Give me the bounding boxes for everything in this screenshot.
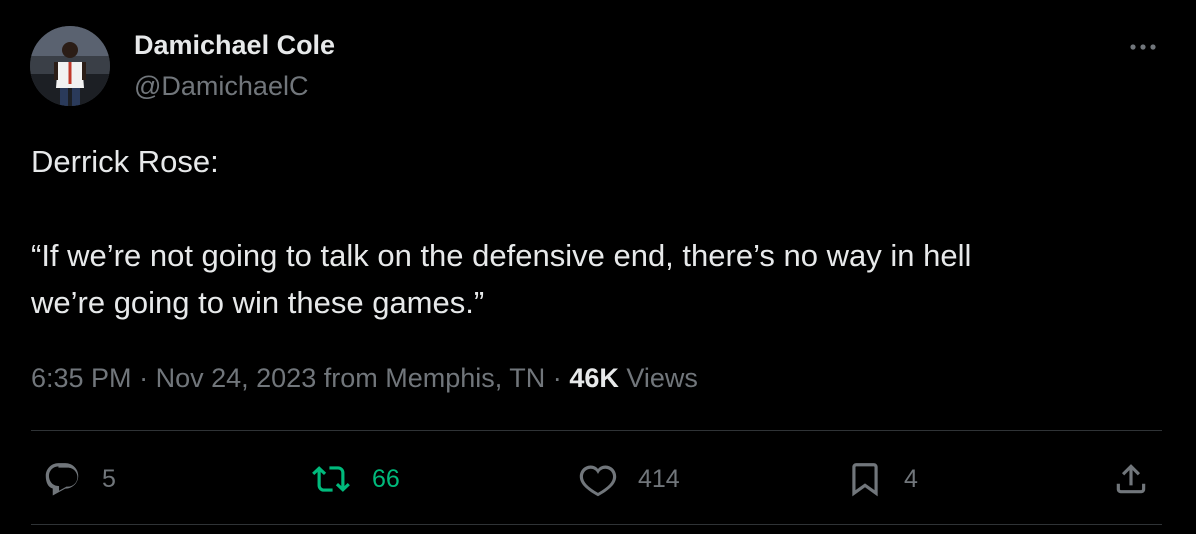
retweet-icon (310, 460, 352, 498)
author-handle[interactable]: @DamichaelC (134, 69, 308, 103)
like-button[interactable]: 414 (578, 458, 680, 500)
divider (31, 430, 1162, 431)
author-name[interactable]: Damichael Cole (134, 28, 335, 62)
views-count: 46K (569, 363, 619, 393)
more-options-button[interactable] (1122, 30, 1164, 64)
share-icon (1112, 460, 1150, 498)
views-label: Views (626, 363, 698, 393)
tweet-text: Derrick Rose: “If we’re not going to tal… (31, 138, 1151, 326)
tweet-location: from Memphis, TN (323, 363, 546, 393)
avatar-image (30, 26, 110, 106)
retweet-button[interactable]: 66 (310, 458, 400, 500)
more-horizontal-icon (1129, 38, 1157, 56)
bookmark-icon (846, 459, 884, 499)
tweet-time[interactable]: 6:35 PM (31, 363, 132, 393)
tweet-quote-line: “If we’re not going to talk on the defen… (31, 238, 972, 273)
heart-icon (578, 460, 618, 498)
meta-separator: · (139, 363, 149, 393)
reply-icon (42, 460, 82, 498)
tweet-date[interactable]: Nov 24, 2023 (156, 363, 317, 393)
like-count: 414 (638, 465, 680, 493)
tweet-quote-line: we’re going to win these games.” (31, 285, 485, 320)
reply-button[interactable]: 5 (42, 458, 116, 500)
bookmark-button[interactable]: 4 (846, 458, 918, 500)
tweet-text-line: Derrick Rose: (31, 144, 219, 179)
tweet-meta: 6:35 PM · Nov 24, 2023 from Memphis, TN … (31, 360, 698, 396)
reply-count: 5 (102, 465, 116, 493)
retweet-count: 66 (372, 465, 400, 493)
avatar[interactable] (30, 26, 110, 106)
divider (31, 524, 1162, 525)
bookmark-count: 4 (904, 465, 918, 493)
meta-separator: · (552, 363, 562, 393)
share-button[interactable] (1112, 458, 1150, 500)
